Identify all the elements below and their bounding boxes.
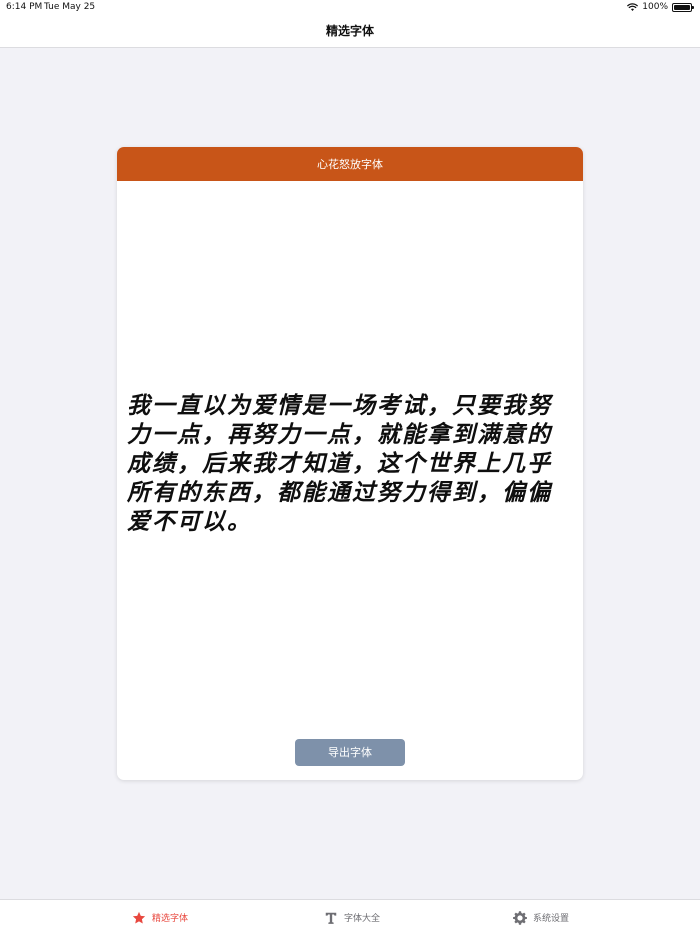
status-bar: 6:14 PM Tue May 25 100% <box>0 0 700 14</box>
battery-icon <box>672 2 694 12</box>
card-header: 心花怒放字体 <box>117 147 583 181</box>
star-icon <box>132 911 146 924</box>
tab-label: 系统设置 <box>533 914 570 924</box>
text-t-icon <box>325 912 337 924</box>
status-date: Tue May 25 <box>44 2 96 12</box>
page-title: 精选字体 <box>325 24 374 38</box>
nav-bar: 精选字体 <box>0 14 700 48</box>
export-font-button[interactable]: 导出字体 <box>295 739 405 766</box>
tab-system-settings[interactable]: 系统设置 <box>513 900 569 934</box>
tab-featured-fonts[interactable]: 精选字体 <box>132 900 188 934</box>
tab-label: 精选字体 <box>152 914 189 924</box>
tab-label: 字体大全 <box>344 914 381 924</box>
status-time: 6:14 PM <box>6 2 43 12</box>
tab-all-fonts[interactable]: 字体大全 <box>324 900 380 934</box>
gear-icon <box>513 910 527 925</box>
font-name: 心花怒放字体 <box>317 158 383 171</box>
battery-percent: 100% <box>642 2 668 12</box>
status-indicators: 100% <box>627 0 694 14</box>
wifi-icon <box>627 2 639 11</box>
font-preview-card: 心花怒放字体 我一直以为爱情是一场考试，只要我努力一点，再努力一点，就能拿到满意… <box>117 147 583 780</box>
font-sample-text: 我一直以为爱情是一场考试，只要我努力一点，再努力一点，就能拿到满意的成绩，后来我… <box>127 392 552 535</box>
tab-bar: 精选字体 字体大全 系统设置 <box>0 899 700 934</box>
